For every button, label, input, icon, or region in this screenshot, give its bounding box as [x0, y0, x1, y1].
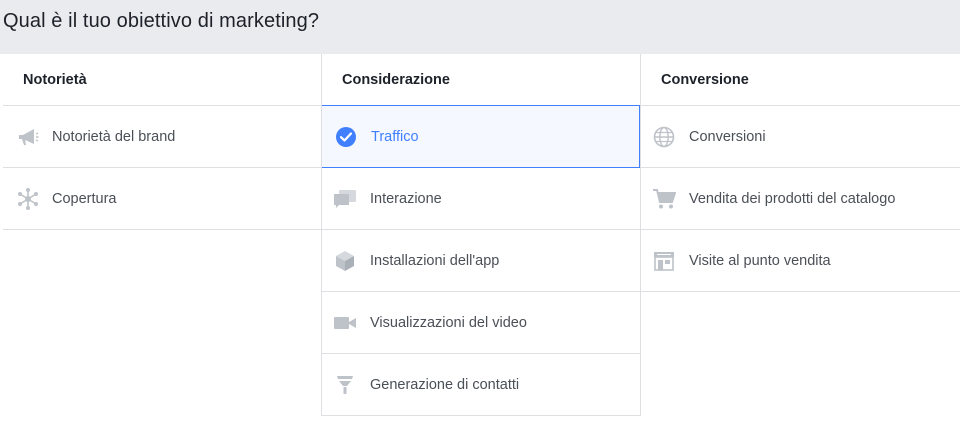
- objective-label: Interazione: [370, 190, 442, 207]
- objective-label: Visualizzazioni del video: [370, 314, 527, 331]
- column-conversion: Conversione Conversioni Vendita dei prod…: [640, 54, 960, 292]
- cube-icon: [333, 249, 357, 273]
- megaphone-icon: [16, 125, 40, 149]
- column-header-conversion: Conversione: [640, 54, 960, 106]
- objective-brand-awareness[interactable]: Notorietà del brand: [3, 106, 321, 168]
- column-header-consideration: Considerazione: [321, 54, 640, 106]
- objective-conversions[interactable]: Conversioni: [640, 106, 960, 168]
- page-title: Qual è il tuo obiettivo di marketing?: [3, 10, 320, 32]
- objective-label: Notorietà del brand: [52, 128, 176, 145]
- column-consideration: Considerazione Traffico Interazione Inst…: [321, 54, 640, 416]
- objective-label: Copertura: [52, 190, 117, 207]
- objective-store-visits[interactable]: Visite al punto vendita: [640, 230, 960, 292]
- objective-label: Generazione di contatti: [370, 376, 520, 393]
- checkmark-icon: [334, 125, 358, 149]
- objective-traffic[interactable]: Traffico: [321, 105, 640, 168]
- objective-video-views[interactable]: Visualizzazioni del video: [321, 292, 640, 354]
- objective-label: Installazioni dell'app: [370, 252, 500, 269]
- chat-bubbles-icon: [333, 187, 357, 211]
- reach-icon: [16, 187, 40, 211]
- shopping-cart-icon: [652, 187, 676, 211]
- objective-label: Conversioni: [689, 128, 766, 145]
- column-divider: [321, 54, 322, 416]
- objective-catalog-sales[interactable]: Vendita dei prodotti del catalogo: [640, 168, 960, 230]
- column-awareness: Notorietà Notorietà del brand Copertura: [3, 54, 321, 230]
- header-bar: Qual è il tuo obiettivo di marketing?: [0, 0, 960, 54]
- objective-engagement[interactable]: Interazione: [321, 168, 640, 230]
- funnel-icon: [333, 373, 357, 397]
- objective-reach[interactable]: Copertura: [3, 168, 321, 230]
- column-header-awareness: Notorietà: [3, 54, 321, 106]
- objective-lead-generation[interactable]: Generazione di contatti: [321, 354, 640, 416]
- globe-icon: [652, 125, 676, 149]
- objective-panel: Notorietà Notorietà del brand Copertura …: [0, 54, 960, 446]
- objective-label: Visite al punto vendita: [689, 252, 831, 269]
- store-icon: [652, 249, 676, 273]
- objective-label: Traffico: [371, 128, 419, 145]
- objective-label: Vendita dei prodotti del catalogo: [689, 190, 896, 207]
- column-divider: [640, 54, 641, 416]
- objective-app-installs[interactable]: Installazioni dell'app: [321, 230, 640, 292]
- video-camera-icon: [333, 311, 357, 335]
